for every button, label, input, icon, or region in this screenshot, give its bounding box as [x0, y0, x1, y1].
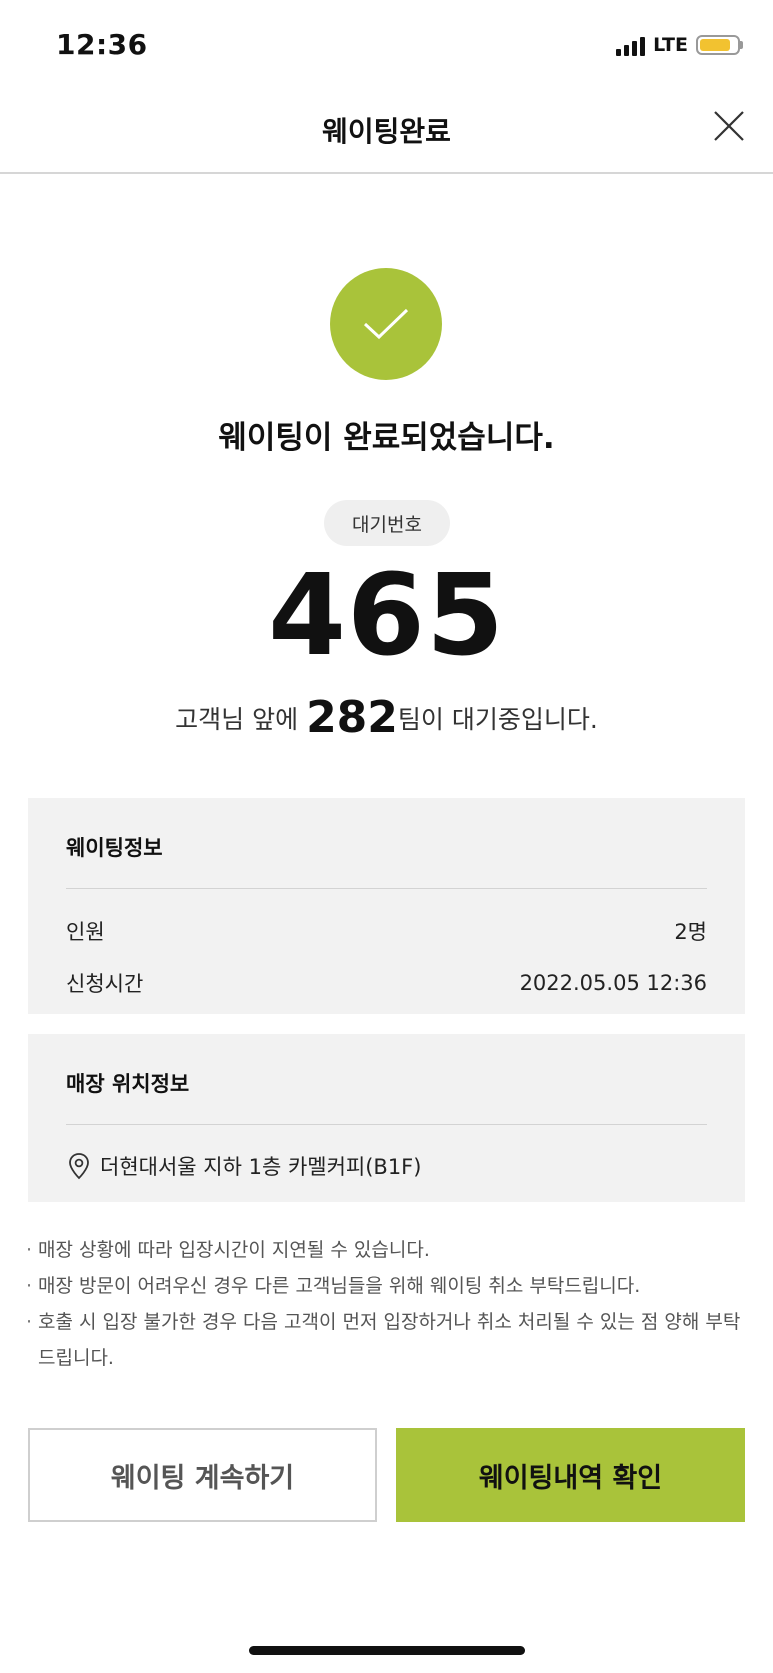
- notice-list: 매장 상황에 따라 입장시간이 지연될 수 있습니다. 매장 방문이 어려우신 …: [26, 1232, 746, 1376]
- queue-status: 고객님 앞에 282팀이 대기중입니다.: [0, 692, 773, 743]
- info-label: 인원: [66, 920, 105, 944]
- info-value: 2022.05.05 12:36: [519, 971, 707, 995]
- wait-number-label: 대기번호: [324, 500, 450, 546]
- divider: [66, 1124, 707, 1125]
- store-address-row: 더현대서울 지하 1층 카멜커피(B1F): [66, 1141, 707, 1191]
- info-value: 2명: [674, 920, 707, 944]
- network-label: LTE: [653, 34, 688, 56]
- notice-item: 매장 상황에 따라 입장시간이 지연될 수 있습니다.: [26, 1232, 746, 1268]
- check-icon: [363, 308, 409, 340]
- info-label: 신청시간: [66, 972, 144, 996]
- home-indicator[interactable]: [249, 1646, 525, 1655]
- close-icon: [714, 111, 744, 141]
- info-row-request-time: 신청시간 2022.05.05 12:36: [66, 957, 707, 1009]
- status-time: 12:36: [56, 28, 148, 61]
- signal-icon: [616, 34, 646, 56]
- store-address: 더현대서울 지하 1층 카멜커피(B1F): [100, 1155, 422, 1179]
- page-title: 웨이팅완료: [322, 115, 451, 148]
- store-location-title: 매장 위치정보: [66, 1072, 190, 1096]
- store-location-card: 매장 위치정보 더현대서울 지하 1층 카멜커피(B1F): [28, 1034, 745, 1202]
- wait-number: 465: [268, 551, 505, 681]
- waiting-info-card: 웨이팅정보 인원 2명 신청시간 2022.05.05 12:36: [28, 798, 745, 1014]
- waiting-info-title: 웨이팅정보: [66, 836, 163, 860]
- view-waiting-history-button[interactable]: 웨이팅내역 확인: [396, 1428, 745, 1522]
- completion-message: 웨이팅이 완료되었습니다.: [218, 420, 555, 456]
- queue-count: 282: [306, 692, 398, 743]
- success-badge: [330, 268, 442, 380]
- header: 웨이팅완료: [0, 90, 773, 174]
- queue-prefix: 고객님 앞에: [175, 705, 307, 734]
- close-button[interactable]: [711, 108, 747, 144]
- queue-suffix: 팀이 대기중입니다.: [397, 705, 598, 734]
- divider: [66, 888, 707, 889]
- status-bar: 12:36 LTE: [0, 0, 773, 90]
- notice-item: 호출 시 입장 불가한 경우 다음 고객이 먼저 입장하거나 취소 처리될 수 …: [26, 1304, 746, 1376]
- status-indicators: LTE: [616, 34, 743, 56]
- info-row-party-size: 인원 2명: [66, 905, 707, 957]
- location-pin-icon: [69, 1153, 89, 1180]
- notice-item: 매장 방문이 어려우신 경우 다른 고객님들을 위해 웨이팅 취소 부탁드립니다…: [26, 1268, 746, 1304]
- battery-icon: [696, 35, 743, 55]
- continue-waiting-button[interactable]: 웨이팅 계속하기: [28, 1428, 377, 1522]
